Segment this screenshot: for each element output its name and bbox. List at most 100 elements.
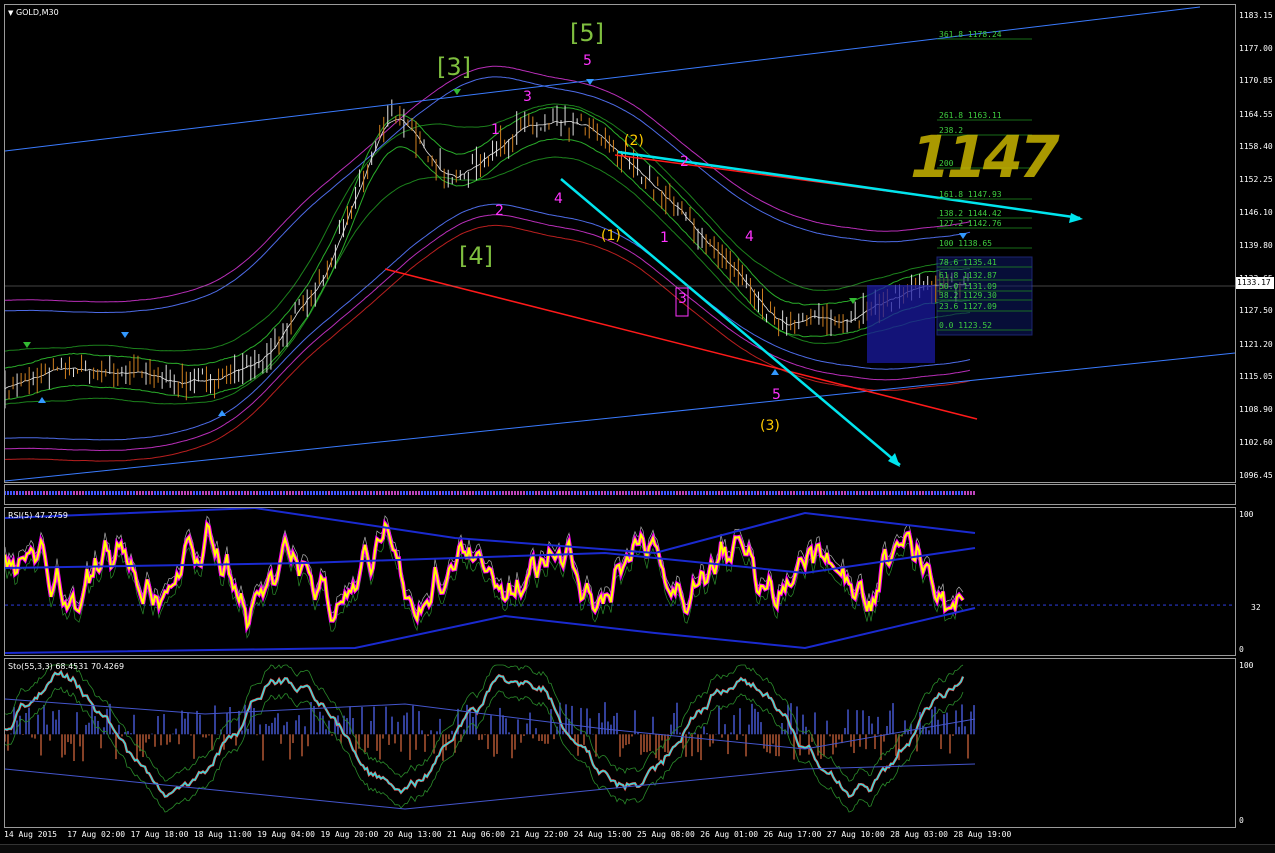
time-tick: 28 Aug 03:00 [890, 830, 948, 839]
fib-level: 261.8 1163.11 [939, 111, 1002, 120]
time-tick: 27 Aug 10:00 [826, 830, 885, 839]
wave-label-minor-5b: 5 [772, 387, 781, 403]
wave-label-(2): (2) [624, 133, 644, 149]
fib-level-label: 38.2 [939, 291, 959, 300]
wave-label-(3): (3) [760, 418, 780, 434]
fib-level-price: 1132.87 [958, 271, 997, 280]
wave-label-(1): (1) [601, 228, 621, 244]
stochastic-chart [5, 664, 976, 813]
stochastic-blue-lower [5, 763, 976, 810]
fractal-arrow-icon [23, 342, 31, 348]
cyan-arrowhead-right [1069, 213, 1083, 223]
price-tick: 1164.55 [1239, 109, 1273, 119]
envelope-upper [5, 76, 971, 314]
time-axis[interactable]: 14 Aug 2015 17 Aug 02:00 17 Aug 18:00 18 Au… [4, 828, 1236, 842]
price-tick: 1170.85 [1239, 76, 1273, 86]
fractal-arrow-icon [453, 89, 461, 95]
fib-level-price: 1138.65 [953, 239, 992, 248]
fib-level-label: 127.2 [939, 219, 964, 228]
rsi-pane[interactable]: RSI(5) 47.2759 [4, 507, 1236, 656]
fib-level-label: 50.0 [939, 282, 959, 291]
symbol-label: GOLD,M30 [15, 8, 59, 17]
wave-label-minor-4: 4 [554, 191, 563, 207]
fractal-arrow-icon [121, 332, 129, 338]
fib-level-price: 1127.09 [958, 302, 997, 311]
price-tick: 1102.60 [1239, 438, 1273, 448]
sto-tick-0: 0 [1239, 816, 1244, 825]
wave-label-[5]: [5] [570, 19, 604, 47]
fib-level-price: 1147.93 [963, 190, 1002, 199]
wave-label-minor-1: 1 [491, 122, 500, 138]
fib-level: 61.8 1132.87 [939, 271, 997, 280]
main-chart-pane[interactable]: ▼ GOLD,M30 [3] [5] [4] 1 2 3 4 5 1 2 3 4 5 (1) (2) (3) … [4, 4, 1236, 483]
stochastic-band-upper [5, 664, 964, 782]
fib-level-label: 161.8 [939, 190, 964, 199]
wave-label-minor-3b: 3 [678, 291, 687, 307]
stochastic-pane[interactable]: Sto(55,3,3) 68.4531 70.4269 [4, 658, 1236, 828]
rsi-tick-0: 0 [1239, 645, 1244, 654]
fib-level-label: 238.2 [939, 126, 964, 135]
wave-label-[4]: [4] [459, 242, 493, 270]
time-tick: 28 Aug 19:00 [953, 830, 1012, 839]
fib-level-label: 138.2 [939, 209, 964, 218]
time-tick: 19 Aug 20:00 [320, 830, 379, 839]
rsi-blue-upper [5, 508, 976, 555]
fib-level-price: 1129.30 [958, 291, 997, 300]
fib-level: 161.8 1147.93 [939, 190, 1002, 199]
fib-level: 23.6 1127.09 [939, 302, 997, 311]
fib-level: 361.8 1178.24 [939, 30, 1002, 39]
price-tick: 1146.10 [1239, 207, 1273, 217]
fib-level-price: 1163.11 [963, 111, 1002, 120]
fib-level-price: 1123.52 [953, 321, 992, 330]
sto-tick-100: 100 [1239, 661, 1254, 670]
wave-label-minor-4b: 4 [745, 229, 754, 245]
fractal-arrow-icon [38, 397, 46, 403]
price-tick: 1108.90 [1239, 404, 1273, 414]
rsi-tick-100: 100 [1239, 510, 1254, 519]
price-tick: 1183.15 [1239, 11, 1273, 20]
price-tick: 1158.40 [1239, 142, 1273, 152]
fractal-arrow-icon [771, 369, 779, 375]
band-green-inner-upper [5, 106, 971, 369]
rsi-tick-32: 32 [1251, 603, 1261, 612]
fib-level: 127.2 1142.76 [939, 219, 1002, 228]
stochastic-axis: 100 0 [1236, 658, 1275, 828]
wave-label-minor-2: 2 [495, 203, 504, 219]
fib-level-label: 361.8 [939, 30, 964, 39]
time-tick: 26 Aug 17:00 [763, 830, 822, 839]
fib-level: 50.0 1131.09 [939, 282, 997, 291]
price-axis[interactable]: 1183.15 1177.00 1170.85 1164.55 1158.40 1152.… [1236, 4, 1275, 483]
rsi-blue-lower [5, 607, 976, 654]
fib-level-price: 1131.09 [958, 282, 997, 291]
time-tick: 24 Aug 15:00 [573, 830, 632, 839]
fib-level: 100 1138.65 [939, 239, 992, 248]
dropdown-triangle-icon[interactable]: ▼ [8, 9, 13, 17]
wave-label-[3]: [3] [437, 53, 471, 81]
symbol-title: ▼ GOLD,M30 [8, 8, 59, 17]
band-green-upper [5, 103, 971, 352]
wave-label-minor-3: 3 [523, 89, 532, 105]
fib-level-label: 100 [939, 239, 954, 248]
wave-label-minor-1b: 1 [660, 230, 669, 246]
fib-level: 78.6 1135.41 [939, 258, 997, 267]
price-tick: 1139.80 [1239, 241, 1273, 250]
time-tick: 21 Aug 06:00 [447, 830, 505, 839]
fib-level-label: 261.8 [939, 111, 964, 120]
price-tick: 1177.00 [1239, 43, 1273, 53]
price-tick: 1121.20 [1239, 339, 1273, 349]
fib-level-label: 0.0 [939, 321, 954, 330]
stochastic-main [5, 670, 964, 798]
time-tick: 14 Aug 2015 [4, 830, 57, 839]
cyan-arrow-down [560, 178, 901, 466]
time-tick: 18 Aug 11:00 [193, 830, 252, 839]
fib-level: 0.0 1123.52 [939, 321, 992, 330]
price-tick: 1127.50 [1239, 306, 1273, 316]
wave-label-minor-2b: 2 [680, 154, 689, 170]
fib-level: 238.2 [939, 126, 963, 135]
stochastic-band-lower [5, 686, 964, 813]
fib-level-price: 1142.76 [963, 219, 1002, 228]
fib-level-label: 78.6 [939, 258, 959, 267]
time-tick: 19 Aug 04:00 [257, 830, 315, 839]
price-tick: 1096.45 [1239, 471, 1273, 480]
fib-level: 138.2 1144.42 [939, 209, 1002, 218]
